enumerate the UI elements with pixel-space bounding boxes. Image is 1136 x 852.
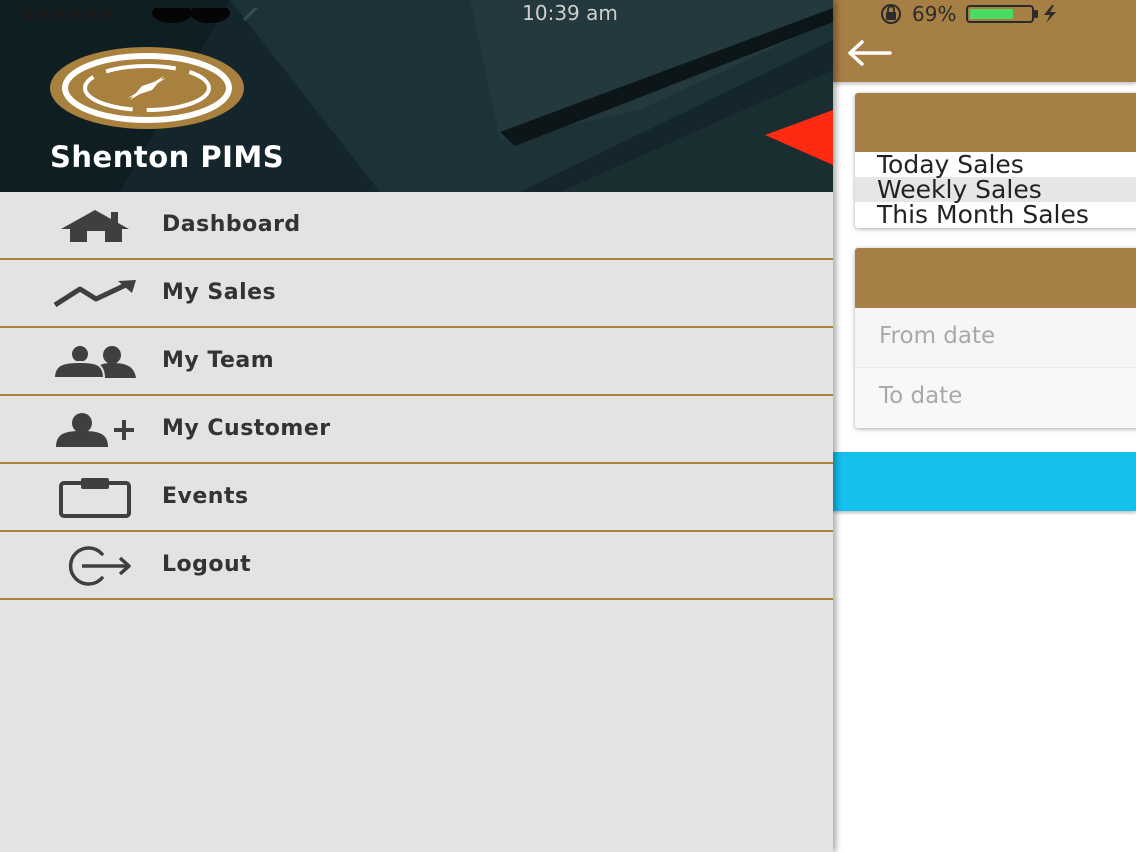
menu-label-events: Events bbox=[162, 484, 249, 509]
menu-item-events[interactable]: Events bbox=[0, 464, 833, 532]
battery-percentage: 69% bbox=[912, 2, 957, 26]
menu-label-my-customer: My Customer bbox=[162, 416, 331, 441]
rotation-lock-icon bbox=[881, 4, 901, 24]
battery-charging-icon bbox=[966, 5, 1057, 23]
clipboard-icon bbox=[50, 478, 140, 518]
date-card-header bbox=[855, 248, 1136, 308]
menu-item-my-team[interactable]: My Team bbox=[0, 328, 833, 396]
period-card: Today Sales Weekly Sales This Month Sale… bbox=[855, 93, 1136, 228]
logout-icon bbox=[50, 546, 140, 586]
drawer-header: Shenton PIMS bbox=[0, 0, 833, 192]
menu-item-logout[interactable]: Logout bbox=[0, 532, 833, 600]
add-user-icon bbox=[50, 410, 140, 450]
menu-label-my-team: My Team bbox=[162, 348, 275, 373]
menu-label-dashboard: Dashboard bbox=[162, 212, 301, 237]
period-card-header bbox=[855, 93, 1136, 152]
menu-item-my-customer[interactable]: My Customer bbox=[0, 396, 833, 464]
period-option-month[interactable]: This Month Sales bbox=[855, 202, 1136, 227]
team-icon bbox=[50, 342, 140, 382]
menu-item-my-sales[interactable]: My Sales bbox=[0, 260, 833, 328]
drawer-menu: Dashboard My Sales My Team My Customer E… bbox=[0, 192, 833, 600]
menu-label-my-sales: My Sales bbox=[162, 280, 277, 305]
status-right-group: 69% bbox=[878, 2, 1078, 26]
back-arrow-icon[interactable] bbox=[846, 38, 894, 68]
from-date-input[interactable]: From date bbox=[855, 308, 1136, 368]
navigation-drawer: Shenton PIMS Dashboard My Sales My Team … bbox=[0, 0, 833, 852]
brand-title: Shenton PIMS bbox=[50, 140, 285, 174]
menu-label-logout: Logout bbox=[162, 552, 252, 577]
home-icon bbox=[50, 206, 140, 246]
submit-button[interactable] bbox=[833, 452, 1136, 511]
period-option-today[interactable]: Today Sales bbox=[855, 152, 1136, 177]
date-range-card: From date To date bbox=[855, 248, 1136, 428]
trend-up-icon bbox=[50, 274, 140, 314]
to-date-input[interactable]: To date bbox=[855, 368, 1136, 428]
status-bar: 10:39 am 69% bbox=[0, 0, 1136, 28]
period-option-weekly[interactable]: Weekly Sales bbox=[855, 177, 1136, 202]
brand-logo bbox=[50, 47, 244, 129]
menu-item-dashboard[interactable]: Dashboard bbox=[0, 192, 833, 260]
